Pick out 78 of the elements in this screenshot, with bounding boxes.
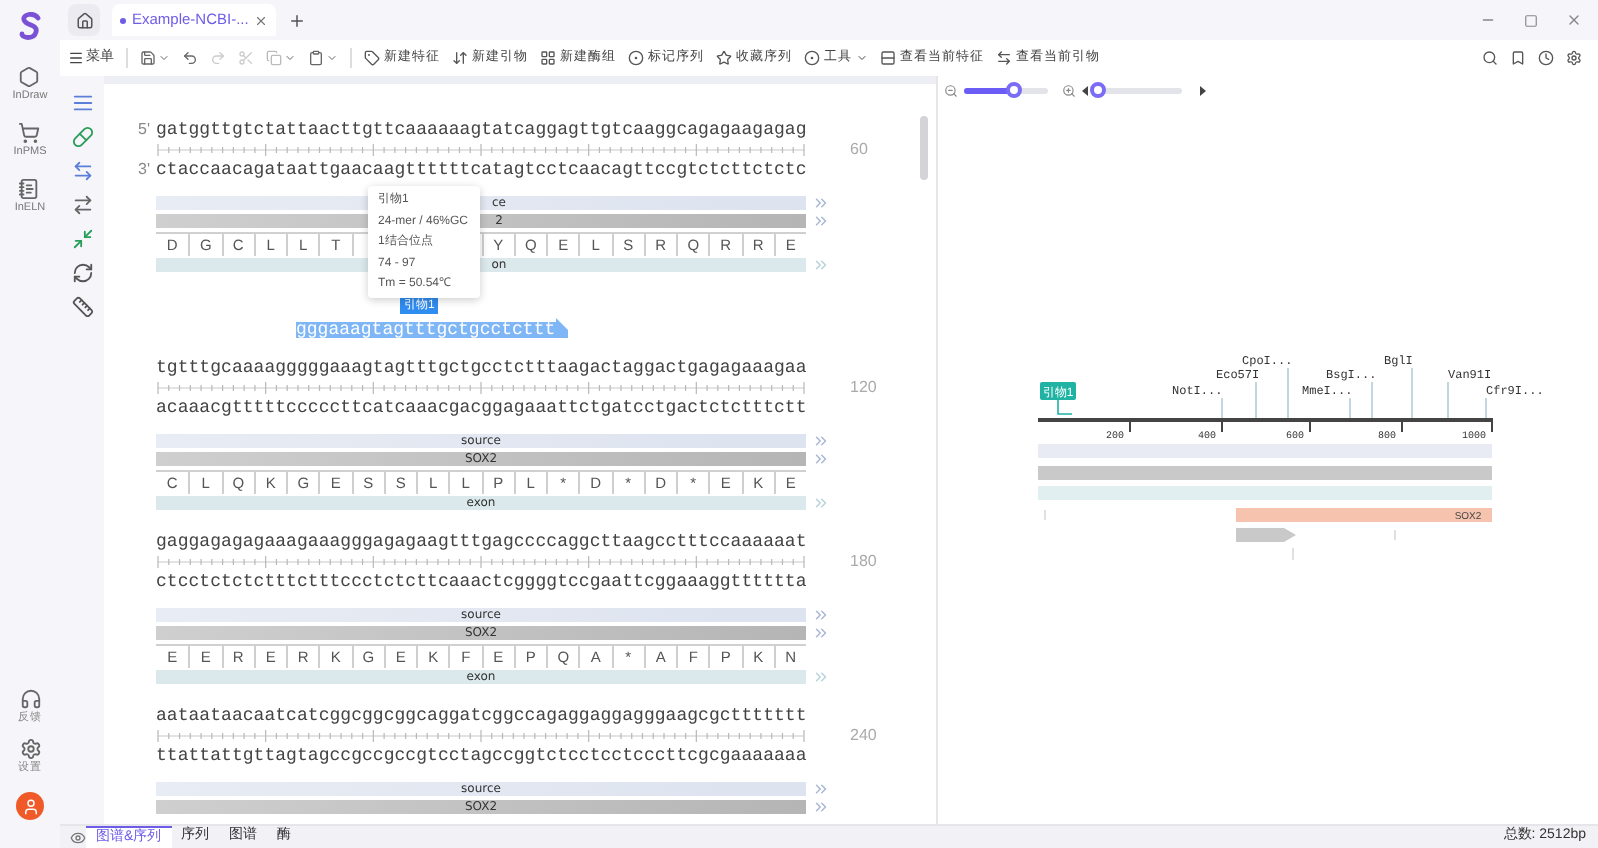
compress-icon[interactable] (71, 228, 93, 250)
undo-icon[interactable] (182, 50, 198, 66)
position-number: 240 (850, 724, 877, 748)
leader-line (1371, 381, 1373, 419)
rows-icon (880, 50, 896, 66)
position-number: 120 (850, 376, 877, 400)
menu-icon (68, 50, 84, 66)
expand-icon[interactable] (812, 623, 830, 641)
target-icon (628, 50, 644, 66)
zoom-in-icon[interactable] (1062, 83, 1076, 97)
grid-icon (540, 50, 556, 66)
clock-icon[interactable] (1538, 50, 1554, 66)
new-tab-icon[interactable] (288, 11, 307, 29)
maximize-icon[interactable] (1524, 13, 1538, 27)
expand-icon[interactable] (812, 449, 830, 467)
notebook-icon (18, 178, 41, 200)
copy-icon[interactable] (266, 50, 282, 66)
primer-arrow[interactable] (1236, 528, 1296, 542)
swap-icon[interactable] (71, 160, 93, 182)
leader-line (1447, 381, 1449, 419)
forward-sequence: aataataacaatcatcggcggcggcaggatcggccagaggaggagggaagcgcttttttt (156, 706, 807, 726)
leader-line (1411, 367, 1413, 419)
close-icon[interactable] (1566, 12, 1582, 28)
position-number: 180 (850, 550, 877, 574)
expand-icon[interactable] (812, 431, 830, 449)
swap-icon (996, 50, 1012, 66)
caret-icon[interactable] (284, 52, 296, 64)
save-icon[interactable] (140, 50, 156, 66)
reverse-sequence: ttattattgttagtagccgccgccgtcctagccggtctcctcctcccttcgcgaaaaaaa (156, 746, 807, 766)
leader-line (1485, 397, 1487, 419)
reverse-sequence: ctaccaacagataattgaacaagttttttcatagtcctcaacagttccgtctcttctctc (156, 160, 807, 180)
star-icon (716, 50, 732, 66)
hexagon-icon (18, 66, 41, 88)
leader-line (1287, 367, 1289, 419)
leader-line (1255, 381, 1257, 419)
home-icon (75, 11, 93, 29)
forward-sequence: tgtttgcaaaagggggaaagtagtttgctgcctctttaagactaggactgagagaaagaa (156, 358, 807, 378)
lines-icon[interactable] (71, 92, 93, 114)
leader-line (1349, 397, 1351, 419)
forward-sequence: gatggttgtctattaacttgttcaaaaaagtatcaggagttgtcaaggcagagaagagag (156, 120, 807, 140)
eye-icon[interactable] (70, 829, 86, 845)
person-icon (21, 797, 39, 815)
expand-icon[interactable] (812, 779, 830, 797)
reverse-sequence: acaaacgtttttcccccttcatcaaacgacggagaaattctgatcctgactctctttctt (156, 398, 807, 418)
strand-label: 5' (138, 118, 150, 142)
arrows-icon (452, 50, 468, 66)
user-avatar[interactable] (16, 792, 44, 820)
right-arrow-icon[interactable] (1200, 85, 1206, 95)
position-slider[interactable] (1094, 82, 1182, 98)
position-number: 60 (850, 138, 868, 162)
leader-line (1221, 397, 1223, 419)
close-icon[interactable] (254, 13, 269, 27)
paste-icon[interactable] (308, 50, 324, 66)
bookmark-icon[interactable] (1510, 50, 1526, 66)
expand-icon[interactable] (812, 211, 830, 229)
left-arrow-icon[interactable] (1082, 85, 1088, 95)
expand-icon[interactable] (812, 605, 830, 623)
settings-icon (19, 738, 41, 760)
ruler-icon[interactable] (71, 296, 93, 318)
strand-label: 3' (138, 158, 150, 182)
zoom-out-icon[interactable] (944, 83, 958, 97)
search-icon[interactable] (1482, 50, 1498, 66)
expand-icon[interactable] (812, 797, 830, 815)
caret-icon[interactable] (326, 52, 338, 64)
headset-icon (19, 688, 41, 710)
settings-icon[interactable] (1566, 50, 1582, 66)
scrollbar-thumb[interactable] (920, 116, 928, 180)
home-tab[interactable] (68, 4, 100, 36)
circle-icon (804, 50, 820, 66)
cart-icon (18, 122, 41, 144)
flag-icon (555, 314, 568, 338)
reverse-sequence: ctcctctctctttctttccctctcttcaaactcggggtccgaattcggaaaggtttttta (156, 572, 807, 592)
expand-icon[interactable] (812, 193, 830, 211)
caret-icon[interactable] (158, 52, 170, 64)
swap-icon[interactable] (71, 194, 93, 216)
zoom-slider[interactable] (964, 82, 1048, 98)
app-logo[interactable] (18, 12, 42, 42)
forward-sequence: gaggagagagaaagaaagggagagaagtttgagccccaggcttaagcctttccaaaaaat (156, 532, 807, 552)
